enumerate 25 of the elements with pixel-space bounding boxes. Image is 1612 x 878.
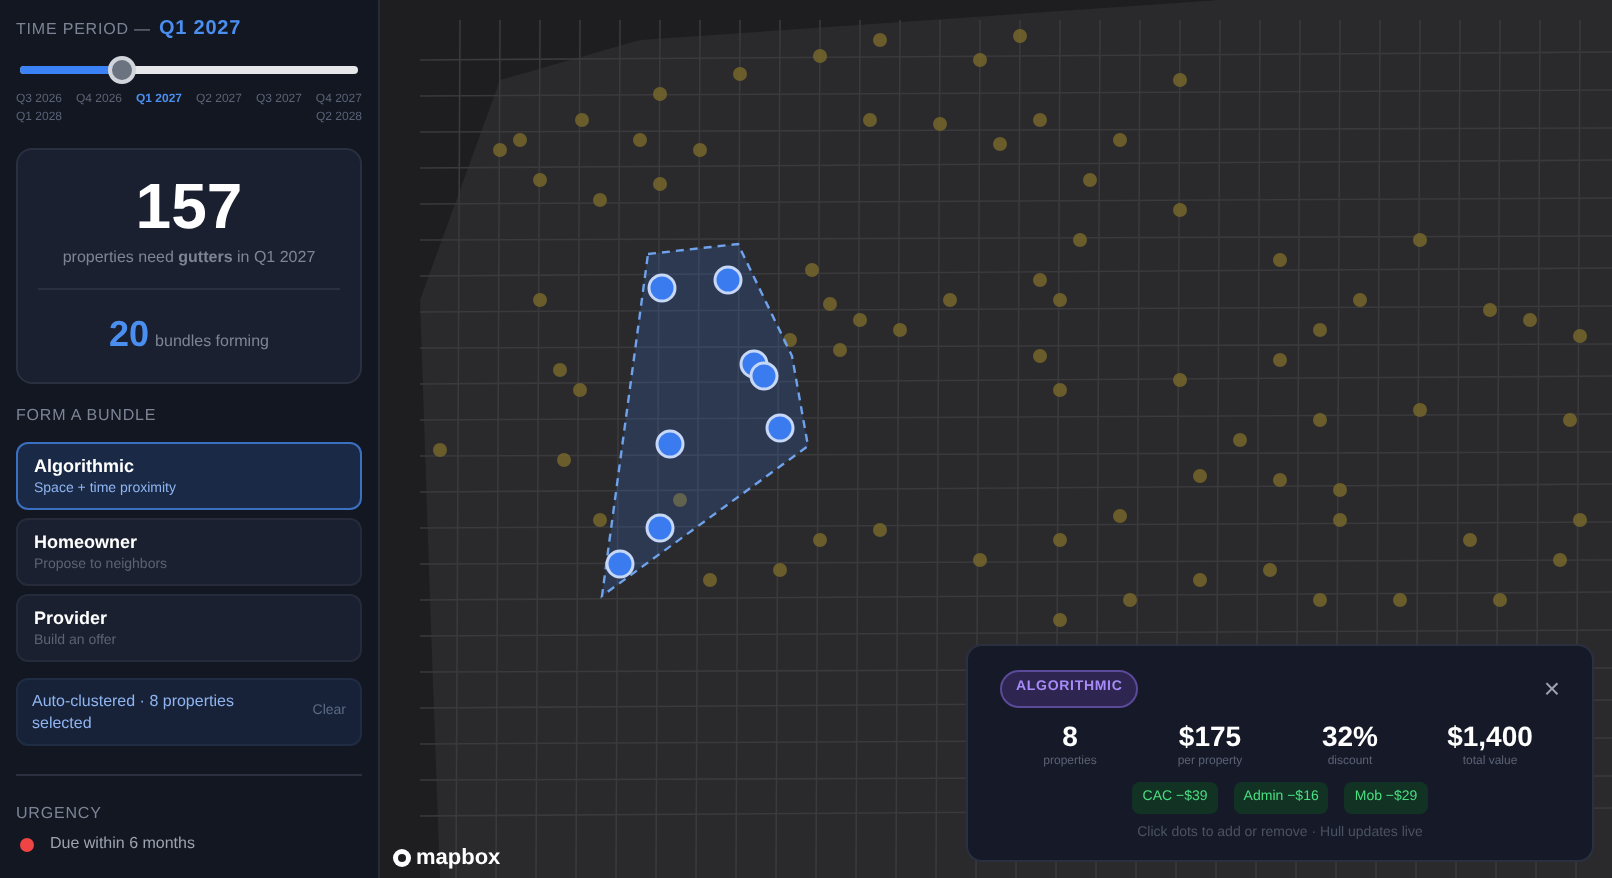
section-heading: TIME PERIOD — (16, 17, 151, 41)
section-heading: URGENCY (16, 802, 104, 826)
selected-property-marker[interactable] (713, 265, 743, 295)
stat-value: $175 (1178, 719, 1242, 753)
map-attribution: mapbox (416, 843, 501, 873)
selected-property-marker[interactable] (605, 549, 635, 579)
urgency-label: Due within 6 months (50, 832, 195, 856)
close-button[interactable]: × (1543, 674, 1560, 703)
selected-property-marker[interactable] (749, 361, 779, 391)
stat-value: $1,400 (1447, 719, 1533, 753)
status-text: Auto-clustered · 8 properties selected (32, 690, 236, 734)
bundle-count: 20 (109, 312, 150, 358)
selected-property-marker[interactable] (645, 513, 675, 543)
count-caption: properties need gutters in Q1 2027 (62, 246, 316, 270)
stat-value: 8 (1062, 719, 1078, 753)
selected-property-marker[interactable] (655, 429, 685, 459)
property-count: 157 (135, 170, 243, 242)
slider-thumb[interactable] (107, 56, 136, 84)
section-heading: FORM A BUNDLE (16, 404, 159, 428)
stat-value: 32% (1321, 719, 1379, 753)
selected-property-marker[interactable] (647, 273, 677, 303)
time-period-value: Q1 2027 (158, 16, 242, 44)
mapbox-logo-icon (392, 847, 412, 868)
bundle-caption: bundles forming (155, 330, 269, 354)
selected-property-marker[interactable] (765, 413, 795, 443)
